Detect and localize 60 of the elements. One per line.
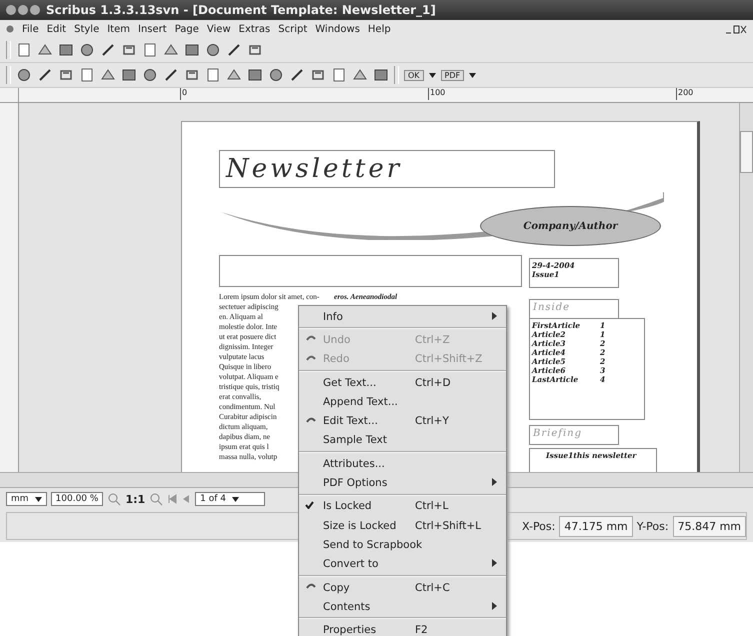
menu-item[interactable]: Help [368,24,391,34]
menu-item[interactable]: Insert [138,24,167,34]
menu-item[interactable]: Script [278,24,308,34]
context-menu-item[interactable]: Is Locked Ctrl+L [299,496,506,516]
author-badge: Company/Author [480,206,661,246]
context-menu-item[interactable]: Properties F2 [299,620,506,636]
check-icon [305,501,314,510]
context-menu-item[interactable]: Convert to [299,554,506,574]
app-menu-icon[interactable] [6,25,14,33]
xpos-field: 47.175 mm [559,516,633,536]
submenu-arrow-icon [492,478,497,486]
zoom-out-icon[interactable] [107,492,122,506]
ypos-field: 75.847 mm [672,516,746,536]
context-menu-item[interactable]: Copy Ctrl+C [299,578,506,598]
newsletter-title: Newsletter [219,150,555,188]
window-title: Scribus 1.3.3.13svn - [Document Template: Newsletter_1] [46,3,436,17]
zoom-field[interactable]: 100.00 % [50,492,104,506]
new-document-icon[interactable] [16,42,32,58]
context-menu-item[interactable]: Size is Locked Ctrl+Shift+L [299,516,506,536]
ruler-label: 0 [180,88,188,100]
toolbar-dropdown[interactable]: OK [404,70,424,80]
context-menu-item[interactable]: Edit Text... Ctrl+Y [299,411,506,431]
dropdown-caret-icon [428,72,436,78]
mdi-controls-icon[interactable] [725,24,747,34]
menu-item[interactable]: Windows [315,24,360,34]
toolbar-dropdown[interactable]: PDF [440,70,464,80]
menu-item[interactable]: Style [74,24,100,34]
submenu-arrow-icon [492,312,497,320]
ypos-label: Y-Pos: [636,520,669,532]
context-menu-item[interactable]: Info [299,307,506,326]
actual-size-button[interactable]: 1:1 [125,492,146,506]
menu-item[interactable]: File [22,24,39,34]
menu-item[interactable]: Extras [238,24,270,34]
menu-item[interactable]: View [206,24,231,34]
menu-item[interactable]: Edit [46,24,66,34]
context-menu-item[interactable]: Append Text... [299,392,506,412]
page-select[interactable]: 1 of 4 [195,492,266,506]
submenu-arrow-icon [492,602,497,610]
menu-item[interactable]: Item [107,24,130,34]
submenu-arrow-icon [492,559,497,568]
context-menu-item[interactable]: Send to Scrapbook [299,535,506,555]
context-menu-item[interactable]: Contents [299,597,506,616]
inside-heading: Inside [529,299,619,319]
unit-select[interactable]: mm [6,492,47,506]
xpos-label: X-Pos: [522,520,556,532]
ruler-label: 200 [676,88,694,100]
briefing-heading: Briefing [529,425,619,445]
vertical-scrollbar[interactable] [739,103,753,472]
zoom-in-icon[interactable] [149,492,164,506]
dropdown-caret-icon [34,496,42,502]
context-menu-item[interactable]: Attributes... [299,454,506,474]
close-circle-icon[interactable] [79,42,95,58]
dropdown-caret-icon [232,496,240,502]
context-menu-item[interactable]: Get Text... Ctrl+D [299,372,506,392]
dropdown-caret-icon [469,72,476,78]
context-menu-item[interactable]: Sample Text [299,430,506,450]
context-menu-item[interactable]: PDF Options [299,473,506,493]
window-controls-icon[interactable] [6,5,40,15]
menu-item[interactable]: Page [174,24,199,34]
ruler-label: 100 [428,88,446,100]
